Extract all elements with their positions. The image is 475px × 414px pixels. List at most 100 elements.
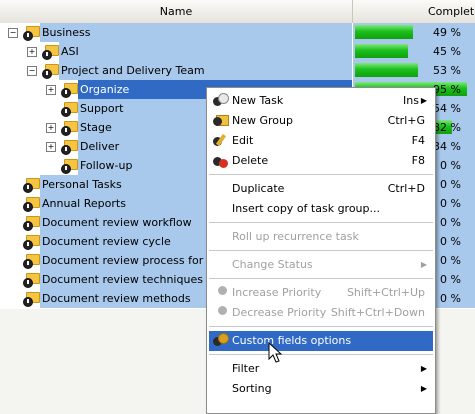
submenu-arrow-icon: ▶ <box>420 96 427 105</box>
task-group-icon <box>61 81 78 98</box>
tree-row-label: Document review methods <box>42 292 191 305</box>
collapse-icon[interactable]: − <box>8 28 18 38</box>
tree-row-label: Support <box>80 102 124 115</box>
tree-row[interactable]: − Project and Delivery Team 53 % <box>0 61 475 80</box>
tree-row-name-cell[interactable]: Project and Delivery Team <box>59 61 352 80</box>
progress-bar <box>355 25 413 39</box>
menu-separator <box>209 354 433 355</box>
task-group-icon <box>61 138 78 155</box>
tree-row-complete-cell[interactable]: 53 % <box>353 61 475 80</box>
task-group-icon <box>23 271 40 288</box>
progress-percent: 34 % <box>433 140 461 153</box>
tree-row-label: Document review process for c <box>42 254 213 267</box>
menu-item-shortcut: F4 <box>411 134 425 147</box>
expand-icon[interactable]: + <box>46 85 56 95</box>
task-group-icon <box>23 24 40 41</box>
menu-item-label: Delete <box>232 154 269 167</box>
increase-priority-icon <box>212 285 228 301</box>
progress-percent: 0 % <box>440 178 461 191</box>
menu-item-label: Roll up recurrence task <box>232 230 359 243</box>
tree-row-name-cell[interactable]: Business <box>40 23 352 42</box>
menu-item-edit[interactable]: Edit F4 <box>209 131 433 151</box>
menu-item-shortcut: F8 <box>411 154 425 167</box>
expand-icon[interactable]: + <box>27 47 37 57</box>
column-header-complete[interactable]: Complete <box>353 0 475 23</box>
menu-item-label: New Task <box>232 94 284 107</box>
task-group-icon <box>42 62 59 79</box>
task-group-icon <box>23 214 40 231</box>
menu-item-shortcut: Ctrl+G <box>387 114 425 127</box>
tree-row-name-cell[interactable]: ASI <box>59 42 352 61</box>
tree-row[interactable]: + ASI 45 % <box>0 42 475 61</box>
menu-item-shortcut: Ctrl+D <box>387 182 425 195</box>
menu-separator <box>209 326 433 327</box>
menu-item-label: Decrease Priority <box>232 306 327 319</box>
context-menu: New Task Ins ▶ New Group Ctrl+G Edit F4 Delete F… <box>206 87 436 414</box>
submenu-arrow-icon: ▶ <box>420 384 427 393</box>
menu-item-decrease-priority: Decrease Priority Shift+Ctrl+Down <box>209 303 433 323</box>
menu-separator <box>209 222 433 223</box>
progress-percent: 0 % <box>440 235 461 248</box>
task-group-icon <box>23 290 40 307</box>
menu-item-increase-priority: Increase Priority Shift+Ctrl+Up <box>209 283 433 303</box>
edit-icon <box>212 133 228 149</box>
tree-row-label: Organize <box>80 83 130 96</box>
progress-percent: 53 % <box>433 64 461 77</box>
menu-item-custom-fields-options[interactable]: Custom fields options <box>209 331 433 351</box>
menu-item-insert-copy-of-task-group[interactable]: Insert copy of task group... <box>209 199 433 219</box>
progress-percent: 54 % <box>433 102 461 115</box>
task-group-icon <box>61 157 78 174</box>
menu-item-new-task[interactable]: New Task Ins ▶ <box>209 91 433 111</box>
submenu-arrow-icon: ▶ <box>420 364 427 373</box>
collapse-icon[interactable]: − <box>27 66 37 76</box>
menu-item-label: Sorting <box>232 382 272 395</box>
decrease-priority-icon <box>212 305 228 321</box>
tree-row-label: Annual Reports <box>42 197 126 210</box>
tree-row-label: Business <box>42 26 91 39</box>
menu-item-shortcut: Shift+Ctrl+Up <box>346 286 425 299</box>
tree-row-label: Document review techniques f <box>42 273 211 286</box>
task-group-icon <box>23 176 40 193</box>
progress-bar <box>355 63 418 77</box>
progress-percent: 0 % <box>440 159 461 172</box>
menu-item-delete[interactable]: Delete F8 <box>209 151 433 171</box>
menu-item-label: Duplicate <box>232 182 285 195</box>
progress-percent: 0 % <box>440 292 461 305</box>
column-header-name[interactable]: Name <box>0 0 353 23</box>
progress-percent: 0 % <box>440 197 461 210</box>
menu-separator <box>209 278 433 279</box>
custom-fields-icon <box>212 333 229 349</box>
menu-item-new-group[interactable]: New Group Ctrl+G <box>209 111 433 131</box>
tree-row-label: Document review cycle <box>42 235 171 248</box>
menu-item-label: Change Status <box>232 258 313 271</box>
progress-percent: 0 % <box>440 216 461 229</box>
tree-row-label: Document review workflow <box>42 216 192 229</box>
tree-row-label: Personal Tasks <box>42 178 122 191</box>
new-group-icon <box>212 113 229 129</box>
tree-row-label: Follow-up <box>80 159 133 172</box>
tree-row-complete-cell[interactable]: 45 % <box>353 42 475 61</box>
submenu-arrow-icon: ▶ <box>420 260 427 269</box>
menu-item-label: Increase Priority <box>232 286 322 299</box>
tree-row-label: Deliver <box>80 140 120 153</box>
tree-row[interactable]: − Business 49 % <box>0 23 475 42</box>
tree-row-label: ASI <box>61 45 79 58</box>
tree-row-complete-cell[interactable]: 49 % <box>353 23 475 42</box>
menu-item-shortcut: Shift+Ctrl+Down <box>330 306 425 319</box>
progress-percent: 0 % <box>440 273 461 286</box>
menu-item-sorting[interactable]: Sorting ▶ <box>209 379 433 399</box>
menu-item-filter[interactable]: Filter ▶ <box>209 359 433 379</box>
expand-icon[interactable]: + <box>46 123 56 133</box>
progress-percent: 45 % <box>433 45 461 58</box>
tree-row-label: Project and Delivery Team <box>61 64 205 77</box>
delete-icon <box>212 153 228 169</box>
menu-item-duplicate[interactable]: Duplicate Ctrl+D <box>209 179 433 199</box>
task-group-icon <box>23 233 40 250</box>
menu-item-shortcut: Ins <box>403 94 419 107</box>
task-group-icon <box>23 195 40 212</box>
new-task-icon <box>212 93 229 109</box>
column-header: Name Complete <box>0 0 475 24</box>
expand-icon[interactable]: + <box>46 142 56 152</box>
task-group-icon <box>61 100 78 117</box>
progress-percent: 82 % <box>433 121 461 134</box>
